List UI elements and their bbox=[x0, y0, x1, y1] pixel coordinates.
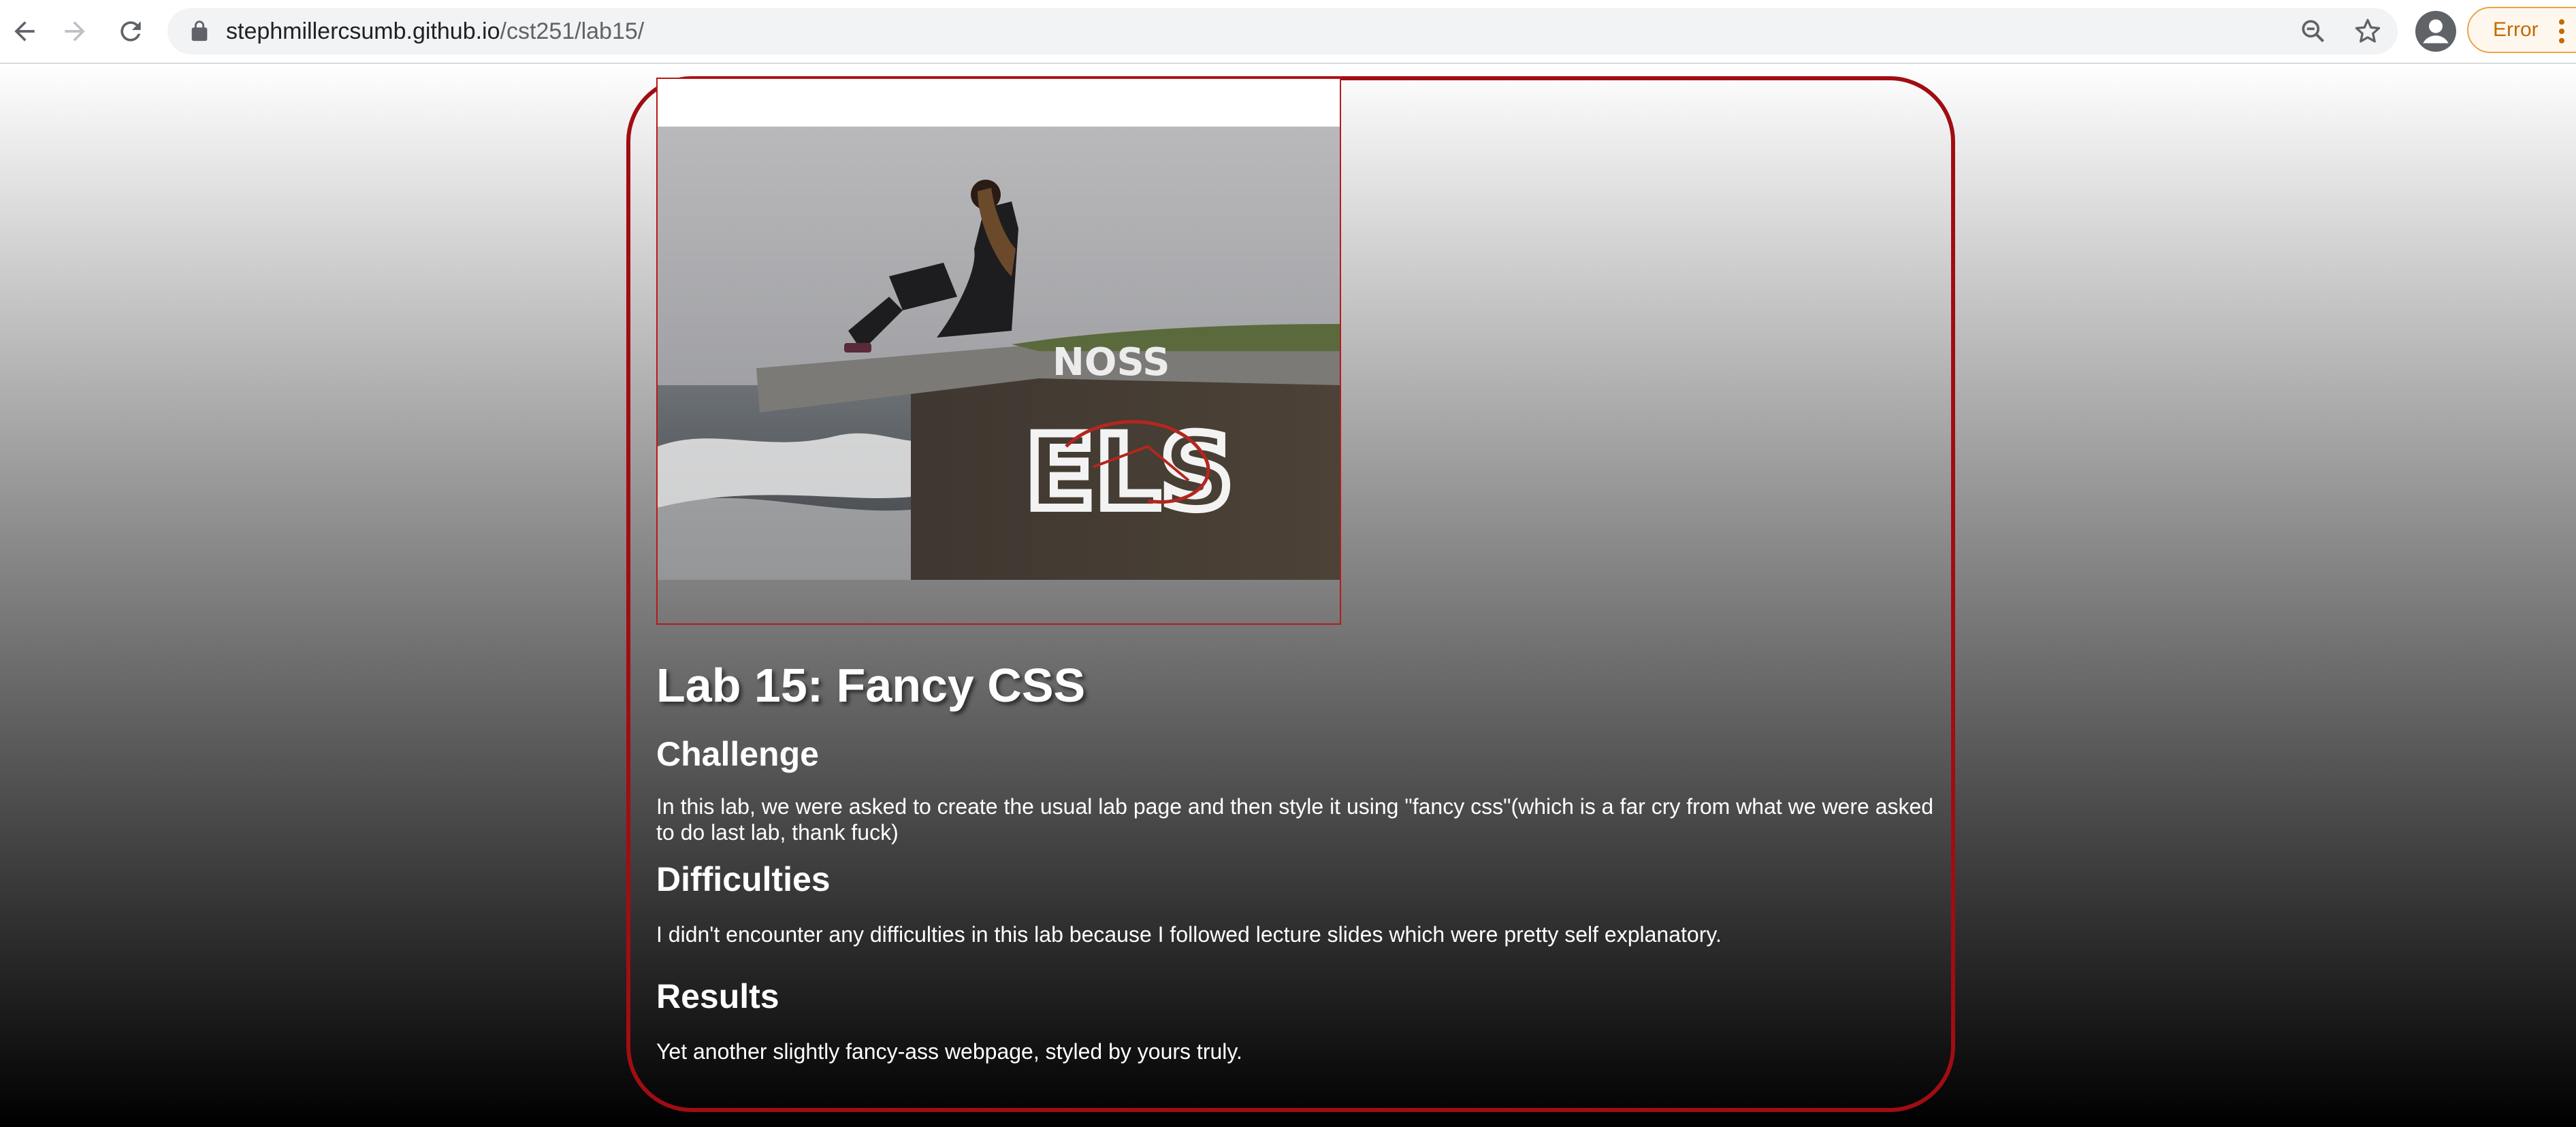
url-text[interactable]: stephmillercsumb.github.io/cst251/lab15/ bbox=[226, 16, 644, 46]
url-path: /cst251/lab15/ bbox=[500, 18, 645, 44]
page-viewport: NOSS ELS Lab 15: Fancy CSS Challenge In … bbox=[0, 64, 2576, 1127]
section-heading-challenge: Challenge bbox=[656, 735, 819, 773]
back-button[interactable] bbox=[0, 7, 49, 56]
graffiti-text-top: NOSS bbox=[1052, 340, 1170, 385]
page-title: Lab 15: Fancy CSS bbox=[656, 659, 1086, 712]
forward-button[interactable] bbox=[50, 7, 99, 56]
hero-image: NOSS ELS bbox=[656, 78, 1341, 625]
error-label: Error bbox=[2493, 18, 2539, 41]
section-text-difficulties: I didn't encounter any difficulties in t… bbox=[656, 922, 1722, 947]
photo-woman-on-ledge: NOSS ELS bbox=[658, 127, 1340, 580]
lock-icon[interactable] bbox=[188, 20, 211, 43]
url-host: stephmillercsumb.github.io bbox=[226, 18, 500, 44]
section-text-challenge: In this lab, we were asked to create the… bbox=[656, 794, 1934, 845]
section-text-results: Yet another slightly fancy-ass webpage, … bbox=[656, 1039, 1242, 1064]
error-button[interactable]: Error bbox=[2467, 7, 2576, 53]
profile-icon[interactable] bbox=[2415, 11, 2456, 52]
arrow-right-icon bbox=[65, 21, 85, 42]
section-heading-difficulties: Difficulties bbox=[656, 860, 831, 898]
zoom-out-icon[interactable] bbox=[2298, 16, 2328, 46]
star-icon[interactable] bbox=[2353, 16, 2383, 46]
section-heading-results: Results bbox=[656, 977, 779, 1015]
arrow-left-icon bbox=[14, 21, 35, 42]
address-bar[interactable]: stephmillercsumb.github.io/cst251/lab15/ bbox=[167, 8, 2398, 54]
reload-button[interactable] bbox=[106, 7, 155, 56]
reload-icon bbox=[120, 21, 141, 42]
kebab-menu-icon[interactable] bbox=[2558, 18, 2565, 45]
image-top-band bbox=[658, 79, 1340, 127]
graffiti-text-main: ELS bbox=[1025, 414, 1234, 532]
browser-toolbar: stephmillercsumb.github.io/cst251/lab15/… bbox=[0, 0, 2576, 64]
